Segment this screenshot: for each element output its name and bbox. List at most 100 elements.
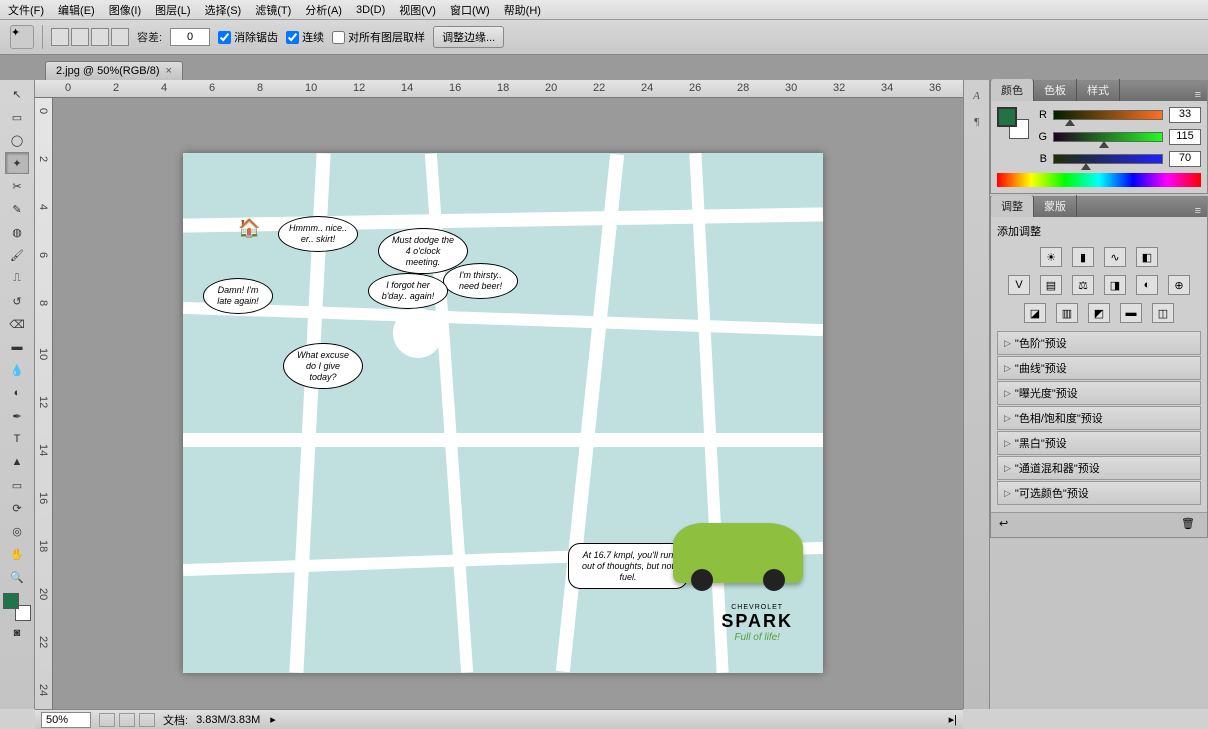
menu-image[interactable]: 图像(I)	[109, 2, 141, 18]
foreground-color-swatch[interactable]	[3, 593, 19, 609]
document-tab-bar: 2.jpg @ 50%(RGB/8) ×	[0, 55, 1208, 80]
channel-mixer-icon[interactable]: ⊕	[1168, 275, 1190, 295]
current-tool-icon[interactable]: ✦	[10, 25, 34, 49]
b-slider[interactable]	[1053, 154, 1163, 164]
tolerance-input[interactable]	[170, 28, 210, 46]
menu-file[interactable]: 文件(F)	[8, 2, 44, 18]
panel-menu-icon[interactable]: ≡	[1189, 205, 1207, 217]
close-icon[interactable]: ×	[166, 65, 172, 77]
3d-tool-icon[interactable]: ⟳	[5, 497, 29, 519]
menu-analysis[interactable]: 分析(A)	[305, 2, 342, 18]
character-panel-icon[interactable]: A	[968, 90, 986, 108]
vibrance-icon[interactable]: V	[1008, 275, 1030, 295]
preset-item[interactable]: ▷"曝光度"预设	[997, 381, 1201, 405]
sel-add-icon[interactable]	[71, 28, 89, 46]
status-icon[interactable]	[119, 713, 135, 727]
preset-item[interactable]: ▷"通道混和器"预设	[997, 456, 1201, 480]
posterize-icon[interactable]: ▥	[1056, 303, 1078, 323]
zoom-field[interactable]: 50%	[41, 712, 91, 728]
bw-icon[interactable]: ◨	[1104, 275, 1126, 295]
foreground-background-swatch[interactable]	[3, 593, 31, 621]
document-tab[interactable]: 2.jpg @ 50%(RGB/8) ×	[45, 61, 183, 80]
canvas-viewport[interactable]: 🏠 Hmmm.. nice.. er.. skirt! Must dodge t…	[53, 98, 963, 709]
refine-edge-button[interactable]: 调整边缘...	[433, 26, 504, 48]
shape-tool-icon[interactable]: ▭	[5, 474, 29, 496]
status-icon[interactable]	[139, 713, 155, 727]
balance-icon[interactable]: ⚖	[1072, 275, 1094, 295]
preset-item[interactable]: ▷"黑白"预设	[997, 431, 1201, 455]
g-slider[interactable]	[1053, 132, 1163, 142]
zoom-tool-icon[interactable]: 🔍	[5, 566, 29, 588]
pen-tool-icon[interactable]: ✒	[5, 405, 29, 427]
preset-item[interactable]: ▷"可选颜色"预设	[997, 481, 1201, 505]
preset-item[interactable]: ▷"色阶"预设	[997, 331, 1201, 355]
tab-styles[interactable]: 样式	[1077, 79, 1120, 101]
history-brush-tool-icon[interactable]: ↺	[5, 290, 29, 312]
color-swatch-pair[interactable]	[997, 107, 1029, 139]
selective-color-icon[interactable]: ◫	[1152, 303, 1174, 323]
crop-tool-icon[interactable]: ✂	[5, 175, 29, 197]
hand-tool-icon[interactable]: ✋	[5, 543, 29, 565]
exposure-icon[interactable]: ◧	[1136, 247, 1158, 267]
tab-color[interactable]: 颜色	[991, 79, 1034, 101]
g-value[interactable]: 115	[1169, 129, 1201, 145]
invert-icon[interactable]: ◪	[1024, 303, 1046, 323]
blur-tool-icon[interactable]: 💧	[5, 359, 29, 381]
brush-tool-icon[interactable]: 🖌	[5, 244, 29, 266]
eyedropper-tool-icon[interactable]: ✎	[5, 198, 29, 220]
menu-filter[interactable]: 滤镜(T)	[255, 2, 291, 18]
status-icon[interactable]	[99, 713, 115, 727]
scroll-right-icon[interactable]: ▸|	[949, 713, 957, 726]
type-tool-icon[interactable]: T	[5, 428, 29, 450]
hue-icon[interactable]: ▤	[1040, 275, 1062, 295]
stamp-tool-icon[interactable]: ⎍	[5, 267, 29, 289]
eraser-tool-icon[interactable]: ⌫	[5, 313, 29, 335]
healing-tool-icon[interactable]: ◍	[5, 221, 29, 243]
curves-icon[interactable]: ∿	[1104, 247, 1126, 267]
menu-window[interactable]: 窗口(W)	[450, 2, 490, 18]
r-slider[interactable]	[1053, 110, 1163, 120]
path-select-tool-icon[interactable]: ▲	[5, 451, 29, 473]
quickmask-icon[interactable]: ◙	[5, 622, 29, 644]
preset-item[interactable]: ▷"色相/饱和度"预设	[997, 406, 1201, 430]
gradient-tool-icon[interactable]: ▬	[5, 336, 29, 358]
menu-layer[interactable]: 图层(L)	[155, 2, 190, 18]
threshold-icon[interactable]: ◩	[1088, 303, 1110, 323]
gradient-map-icon[interactable]: ▬	[1120, 303, 1142, 323]
menu-help[interactable]: 帮助(H)	[504, 2, 541, 18]
adjustment-toggle-icon[interactable]: ↩	[999, 517, 1017, 533]
preset-item[interactable]: ▷"曲线"预设	[997, 356, 1201, 380]
tab-masks[interactable]: 蒙版	[1034, 195, 1077, 217]
magic-wand-tool-icon[interactable]: ✦	[5, 152, 29, 174]
menu-edit[interactable]: 编辑(E)	[58, 2, 95, 18]
contiguous-check[interactable]: 连续	[286, 29, 324, 45]
marquee-tool-icon[interactable]: ▭	[5, 106, 29, 128]
chevron-right-icon: ▷	[1004, 363, 1011, 374]
panel-menu-icon[interactable]: ≡	[1189, 89, 1207, 101]
brightness-icon[interactable]: ☀	[1040, 247, 1062, 267]
b-value[interactable]: 70	[1169, 151, 1201, 167]
levels-icon[interactable]: ▮	[1072, 247, 1094, 267]
sel-sub-icon[interactable]	[91, 28, 109, 46]
adjustment-trash-icon[interactable]: 🗑	[1181, 517, 1199, 533]
photo-filter-icon[interactable]: ◐	[1136, 275, 1158, 295]
sel-int-icon[interactable]	[111, 28, 129, 46]
status-menu-icon[interactable]: ▸	[270, 713, 276, 726]
selection-mode-icons[interactable]	[51, 28, 129, 46]
antialias-check[interactable]: 消除锯齿	[218, 29, 278, 45]
sel-new-icon[interactable]	[51, 28, 69, 46]
3d-camera-tool-icon[interactable]: ◎	[5, 520, 29, 542]
menu-3d[interactable]: 3D(D)	[356, 4, 385, 16]
dodge-tool-icon[interactable]: ◐	[5, 382, 29, 404]
move-tool-icon[interactable]: ↖	[5, 83, 29, 105]
chevron-right-icon: ▷	[1004, 338, 1011, 349]
spectrum-bar[interactable]	[997, 173, 1201, 187]
tab-swatches[interactable]: 色板	[1034, 79, 1077, 101]
tab-adjustments[interactable]: 调整	[991, 195, 1034, 217]
r-value[interactable]: 33	[1169, 107, 1201, 123]
all-layers-check[interactable]: 对所有图层取样	[332, 29, 425, 45]
menu-select[interactable]: 选择(S)	[205, 2, 242, 18]
menu-view[interactable]: 视图(V)	[399, 2, 436, 18]
paragraph-panel-icon[interactable]: ¶	[968, 116, 986, 134]
lasso-tool-icon[interactable]: ◯	[5, 129, 29, 151]
